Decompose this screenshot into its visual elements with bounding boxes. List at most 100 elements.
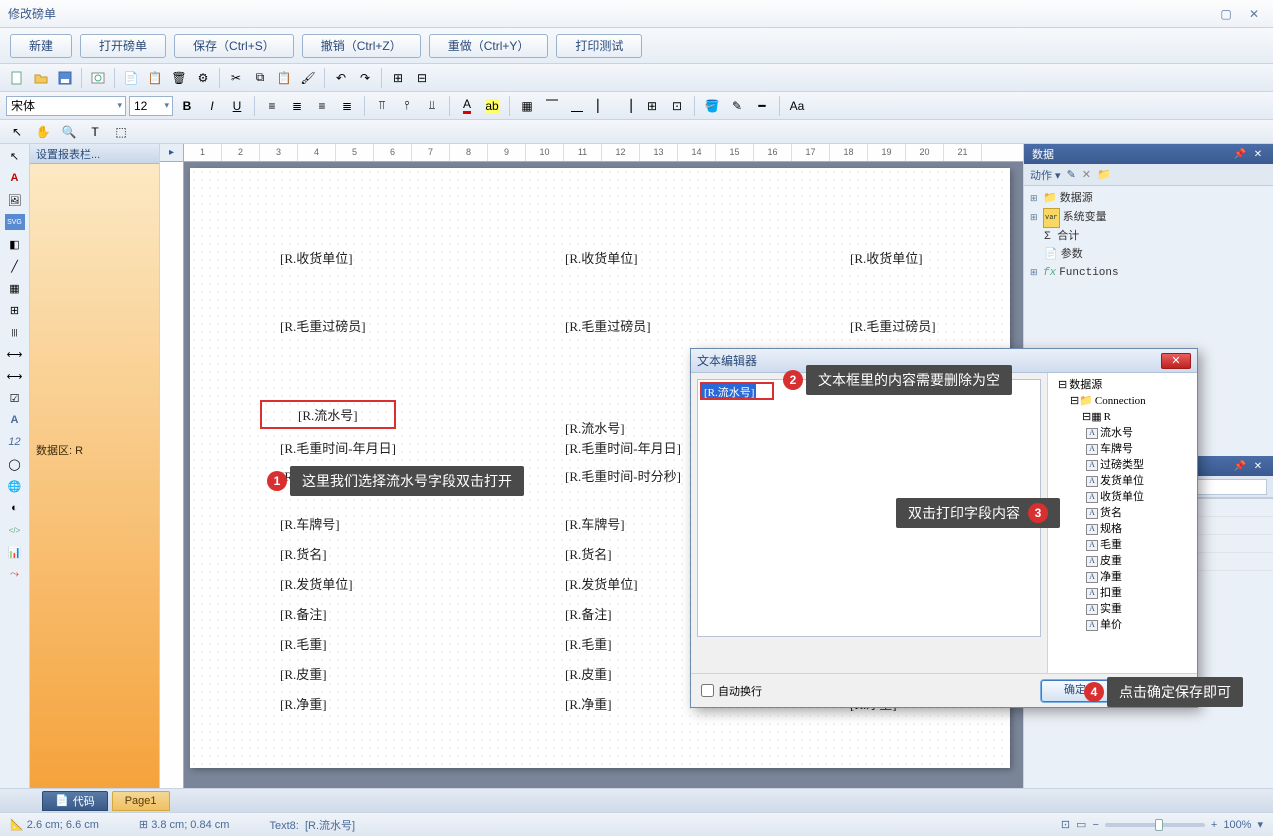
barcode-icon[interactable]: ||| bbox=[5, 324, 25, 340]
border-icon[interactable]: ▦ bbox=[516, 95, 538, 117]
wrap-checkbox[interactable]: 自动换行 bbox=[701, 683, 762, 699]
dialog-field-tree[interactable]: ⊟ 数据源 ⊟📁 Connection ⊟▦ R A 流水号A 车牌号A 过磅类… bbox=[1047, 373, 1197, 673]
new-doc-icon[interactable] bbox=[6, 67, 28, 89]
align-center-icon[interactable]: ≣ bbox=[286, 95, 308, 117]
copy-page-icon[interactable]: 📋 bbox=[144, 67, 166, 89]
report-field[interactable]: [R.毛重] bbox=[565, 634, 612, 653]
redo-button[interactable]: 重做（Ctrl+Y） bbox=[429, 34, 549, 58]
report-field[interactable]: [R.车牌号] bbox=[565, 514, 625, 533]
border-left-icon[interactable]: ▏ bbox=[591, 95, 613, 117]
zoom-slider[interactable] bbox=[1105, 823, 1205, 827]
svg-element-icon[interactable]: SVG bbox=[5, 214, 25, 230]
page-setup-icon[interactable]: ⚙ bbox=[192, 67, 214, 89]
report-field[interactable]: [R.发货单位] bbox=[280, 574, 353, 593]
tab-page1[interactable]: Page1 bbox=[112, 791, 170, 811]
border-right-icon[interactable]: ▕ bbox=[616, 95, 638, 117]
paste-icon[interactable]: 📋 bbox=[273, 67, 295, 89]
report-field[interactable]: [R.车牌号] bbox=[280, 514, 340, 533]
open-button[interactable]: 打开磅单 bbox=[80, 34, 166, 58]
report-field[interactable]: [R.收货单位] bbox=[565, 248, 638, 267]
group-icon[interactable]: ⊞ bbox=[387, 67, 409, 89]
tree-functions[interactable]: ⊞fx Functions bbox=[1030, 264, 1267, 282]
report-field[interactable]: [R.备注] bbox=[280, 604, 327, 623]
field-node[interactable]: A 过磅类型 bbox=[1052, 457, 1193, 473]
text-element-icon[interactable]: A bbox=[5, 170, 25, 186]
checkbox-icon[interactable]: ☑ bbox=[5, 390, 25, 406]
report-field[interactable]: [R.皮重] bbox=[565, 664, 612, 683]
report-field[interactable]: [R.流水号] bbox=[260, 400, 396, 429]
tab-code[interactable]: 📄 代码 bbox=[42, 791, 108, 811]
border-bottom-icon[interactable]: ⎽ bbox=[566, 95, 588, 117]
report-field[interactable]: [R.毛重过磅员] bbox=[565, 316, 651, 335]
new-button[interactable]: 新建 bbox=[10, 34, 72, 58]
field-node[interactable]: A 皮重 bbox=[1052, 553, 1193, 569]
delete-icon[interactable]: ✕ bbox=[1082, 168, 1091, 181]
dialog-close-icon[interactable]: ✕ bbox=[1161, 353, 1191, 369]
size-combo[interactable]: 12 bbox=[129, 96, 173, 116]
align-justify-icon[interactable]: ≣ bbox=[336, 95, 358, 117]
zoom-page-icon[interactable]: ▭ bbox=[1076, 818, 1086, 831]
open-icon[interactable] bbox=[30, 67, 52, 89]
report-field[interactable]: [R.货名] bbox=[565, 544, 612, 563]
report-field[interactable]: [R.毛重] bbox=[280, 634, 327, 653]
line-icon[interactable]: ╱ bbox=[5, 258, 25, 274]
sparkline-icon[interactable]: ⤳ bbox=[5, 566, 25, 582]
undo-icon[interactable]: ↶ bbox=[330, 67, 352, 89]
format-tool-icon[interactable]: ⬚ bbox=[110, 121, 132, 143]
report-field[interactable]: [R.流水号] bbox=[565, 418, 625, 437]
report-field[interactable]: [R.收货单位] bbox=[280, 248, 353, 267]
chart-icon[interactable]: 📊 bbox=[5, 544, 25, 560]
border-none-icon[interactable]: ⊡ bbox=[666, 95, 688, 117]
ungroup-icon[interactable]: ⊟ bbox=[411, 67, 433, 89]
dtree-root[interactable]: ⊟ 数据源 bbox=[1052, 377, 1193, 393]
border-all-icon[interactable]: ⊞ bbox=[641, 95, 663, 117]
tree-params[interactable]: 📄 参数 bbox=[1030, 246, 1267, 264]
underline-icon[interactable]: U bbox=[226, 95, 248, 117]
field-node[interactable]: A 收货单位 bbox=[1052, 489, 1193, 505]
edit-icon[interactable]: ✎ bbox=[1067, 168, 1076, 181]
shape-icon[interactable]: ◯ bbox=[5, 456, 25, 472]
font-combo[interactable]: 宋体 bbox=[6, 96, 126, 116]
zoom-fit-icon[interactable]: ⊡ bbox=[1061, 818, 1070, 831]
field-node[interactable]: A 车牌号 bbox=[1052, 441, 1193, 457]
dtree-r[interactable]: ⊟▦ R bbox=[1052, 409, 1193, 425]
report-field[interactable]: [R.皮重] bbox=[280, 664, 327, 683]
delete-page-icon[interactable]: 🗑 bbox=[168, 67, 190, 89]
text-tool-icon[interactable]: T bbox=[84, 121, 106, 143]
zoom-icon[interactable]: 🔍 bbox=[58, 121, 80, 143]
italic-icon[interactable]: I bbox=[201, 95, 223, 117]
field-node[interactable]: A 单价 bbox=[1052, 617, 1193, 633]
report-field[interactable]: [R.备注] bbox=[565, 604, 612, 623]
field-node[interactable]: A 流水号 bbox=[1052, 425, 1193, 441]
field-node[interactable]: A 净重 bbox=[1052, 569, 1193, 585]
style-icon[interactable]: Aa bbox=[786, 95, 808, 117]
tree-sum[interactable]: Σ 合计 bbox=[1030, 228, 1267, 246]
hand-icon[interactable]: ✋ bbox=[32, 121, 54, 143]
zoom-dropdown-icon[interactable]: ▾ bbox=[1257, 818, 1263, 831]
report-field[interactable]: [R.毛重时间-年月日] bbox=[280, 438, 396, 457]
bold-icon[interactable]: B bbox=[176, 95, 198, 117]
valign-top-icon[interactable]: ⫪ bbox=[371, 95, 393, 117]
font-color-icon[interactable]: A bbox=[456, 95, 478, 117]
page-icon[interactable]: 📄 bbox=[120, 67, 142, 89]
redo-icon[interactable]: ↷ bbox=[354, 67, 376, 89]
save-button[interactable]: 保存（Ctrl+S） bbox=[174, 34, 294, 58]
tree-datasource[interactable]: ⊞📁 数据源 bbox=[1030, 190, 1267, 208]
align-right-icon[interactable]: ≡ bbox=[311, 95, 333, 117]
preview-icon[interactable] bbox=[87, 67, 109, 89]
zoom-in-icon[interactable]: + bbox=[1211, 819, 1217, 831]
field-node[interactable]: A 发货单位 bbox=[1052, 473, 1193, 489]
report-field[interactable]: [R.净重] bbox=[280, 694, 327, 713]
report-field[interactable]: [R.发货单位] bbox=[565, 574, 638, 593]
field-node[interactable]: A 扣重 bbox=[1052, 585, 1193, 601]
valign-middle-icon[interactable]: ⫯ bbox=[396, 95, 418, 117]
close-panel-icon[interactable]: ✕ bbox=[1251, 459, 1265, 473]
richtext-icon[interactable]: A bbox=[5, 412, 25, 428]
ruler-v-icon[interactable]: ⟷ bbox=[5, 368, 25, 384]
align-left-icon[interactable]: ≡ bbox=[261, 95, 283, 117]
report-field[interactable]: [R.收货单位] bbox=[850, 248, 923, 267]
outline-header[interactable]: 设置报表栏... bbox=[30, 144, 159, 164]
close-button[interactable]: ✕ bbox=[1243, 6, 1265, 22]
table-icon[interactable]: ▦ bbox=[5, 280, 25, 296]
valign-bottom-icon[interactable]: ⫫ bbox=[421, 95, 443, 117]
